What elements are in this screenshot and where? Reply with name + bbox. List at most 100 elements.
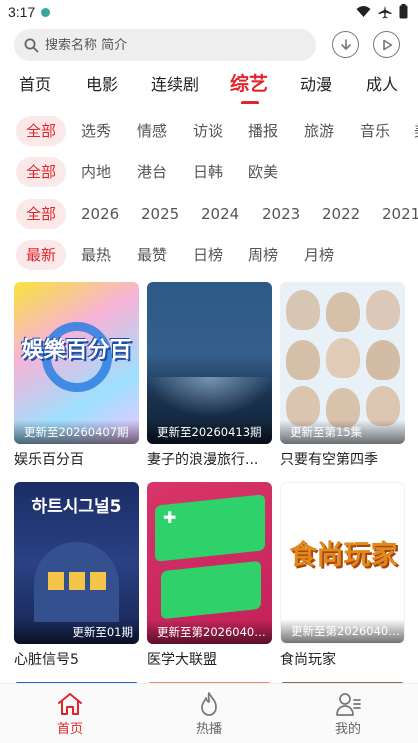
tab-anime[interactable]: 动漫 (300, 72, 332, 98)
poster-window (69, 572, 85, 590)
download-button[interactable] (332, 31, 359, 58)
genre-filter-row: 全部 选秀 情感 访谈 播报 旅游 音乐 美 (0, 116, 418, 146)
main-category-tabs: 首页 电影 连续剧 综艺 动漫 成人 (0, 72, 418, 104)
status-time: 3:17 (8, 4, 36, 20)
search-input[interactable] (45, 37, 295, 53)
airplane-icon (378, 5, 392, 18)
nav-hot[interactable]: 热播 (179, 690, 239, 737)
genre-chip[interactable]: 访谈 (193, 116, 223, 146)
year-chip[interactable]: 全部 (16, 199, 67, 229)
poster-image: 食尚玩家 更新至第20260405... (280, 482, 405, 644)
poster-green-block (155, 494, 265, 562)
poster-image: ✚ 更新至第20260405... (147, 482, 272, 644)
poster-image: 更新至20260413期 (147, 282, 272, 444)
search-box[interactable] (14, 29, 316, 61)
poster-logo-text: 娛樂百分百 (21, 337, 132, 363)
home-icon (40, 690, 100, 718)
genre-chip[interactable]: 情感 (137, 116, 167, 146)
year-chip[interactable]: 2025 (141, 199, 179, 229)
poster-image: 娛樂百分百 更新至20260407期 (14, 282, 139, 444)
card-title: 妻子的浪漫旅行... (147, 452, 259, 468)
play-button[interactable] (373, 31, 400, 58)
genre-chip[interactable]: 播报 (248, 116, 278, 146)
region-chip[interactable]: 全部 (16, 157, 67, 187)
genre-chip[interactable]: 音乐 (360, 116, 390, 146)
poster-person (366, 340, 400, 380)
content-card[interactable]: 更新至20260413期 妻子的浪漫旅行... (147, 282, 272, 469)
update-badge: 更新至20260407期 (14, 420, 139, 444)
nav-hot-label: 热播 (195, 722, 222, 737)
poster-person (326, 338, 360, 378)
battery-icon (399, 4, 408, 19)
tab-movie[interactable]: 电影 (86, 72, 118, 98)
poster-person (326, 292, 360, 332)
content-card[interactable]: 食尚玩家 更新至第20260405... 食尚玩家 (280, 482, 405, 669)
update-badge: 更新至20260413期 (147, 420, 272, 444)
play-icon (382, 39, 392, 50)
update-badge: 更新至01期 (14, 620, 139, 644)
sort-chip[interactable]: 最赞 (137, 240, 167, 270)
user-icon (318, 690, 378, 718)
genre-chip[interactable]: 美 (414, 116, 418, 146)
content-card[interactable]: ✚ 更新至第20260405... 医学大联盟 (147, 482, 272, 669)
tab-series[interactable]: 连续剧 (151, 72, 199, 98)
sort-filter-row: 最新 最热 最赞 日榜 周榜 月榜 (0, 240, 418, 270)
card-title: 医学大联盟 (147, 652, 217, 668)
year-chip[interactable]: 2021 (382, 199, 418, 229)
download-icon (340, 38, 351, 50)
nav-mine-label: 我的 (334, 722, 361, 737)
content-card[interactable]: 娛樂百分百 更新至20260407期 娱乐百分百 (14, 282, 139, 469)
nav-home[interactable]: 首页 (40, 690, 100, 737)
year-chip[interactable]: 2023 (262, 199, 300, 229)
poster-logo-text: 하트시그널5 (31, 497, 122, 517)
genre-chip[interactable]: 选秀 (81, 116, 111, 146)
nav-mine[interactable]: 我的 (318, 690, 378, 737)
region-chip[interactable]: 日韩 (193, 157, 223, 187)
wifi-icon (356, 6, 371, 17)
region-chip[interactable]: 内地 (81, 157, 111, 187)
bottom-navigation: 首页 热播 我的 (0, 683, 418, 743)
content-card[interactable]: 하트시그널5 更新至01期 心脏信号5 (14, 482, 139, 669)
notification-dot-icon (41, 7, 51, 17)
card-title: 只要有空第四季 (280, 452, 378, 468)
content-card[interactable]: 更新至第15集 只要有空第四季 (280, 282, 405, 469)
status-bar: 3:17 (0, 0, 418, 24)
update-badge: 更新至第20260405... (147, 620, 272, 644)
poster-window (48, 572, 64, 590)
card-title: 食尚玩家 (280, 652, 336, 668)
region-chip[interactable]: 欧美 (248, 157, 278, 187)
region-filter-row: 全部 内地 港台 日韩 欧美 (0, 157, 418, 187)
tab-adult[interactable]: 成人 (366, 72, 398, 98)
active-tab-indicator (241, 101, 259, 104)
sort-chip[interactable]: 最新 (16, 240, 67, 270)
tab-variety[interactable]: 综艺 (230, 72, 268, 97)
region-chip[interactable]: 港台 (137, 157, 167, 187)
poster-person (286, 290, 320, 330)
flame-icon (179, 690, 239, 718)
search-row (14, 28, 406, 62)
nav-home-label: 首页 (56, 722, 83, 737)
genre-chip[interactable]: 全部 (16, 116, 67, 146)
poster-person (286, 340, 320, 380)
year-chip[interactable]: 2026 (81, 199, 119, 229)
update-badge: 更新至第20260405... (281, 619, 404, 643)
poster-image: 하트시그널5 更新至01期 (14, 482, 139, 644)
card-title: 心脏信号5 (14, 652, 79, 668)
poster-green-block (161, 560, 261, 620)
tab-home[interactable]: 首页 (19, 72, 51, 98)
sort-chip[interactable]: 最热 (81, 240, 111, 270)
year-chip[interactable]: 2024 (201, 199, 239, 229)
search-icon (24, 38, 39, 52)
sort-chip[interactable]: 周榜 (248, 240, 278, 270)
year-chip[interactable]: 2022 (322, 199, 360, 229)
poster-snow-field (147, 377, 272, 417)
poster-person (366, 290, 400, 330)
update-badge: 更新至第15集 (280, 420, 405, 444)
genre-chip[interactable]: 旅游 (304, 116, 334, 146)
medical-cross-icon: ✚ (163, 508, 177, 527)
poster-image: 更新至第15集 (280, 282, 405, 444)
sort-chip[interactable]: 月榜 (304, 240, 334, 270)
poster-window (90, 572, 106, 590)
status-icons (356, 4, 408, 19)
sort-chip[interactable]: 日榜 (193, 240, 223, 270)
